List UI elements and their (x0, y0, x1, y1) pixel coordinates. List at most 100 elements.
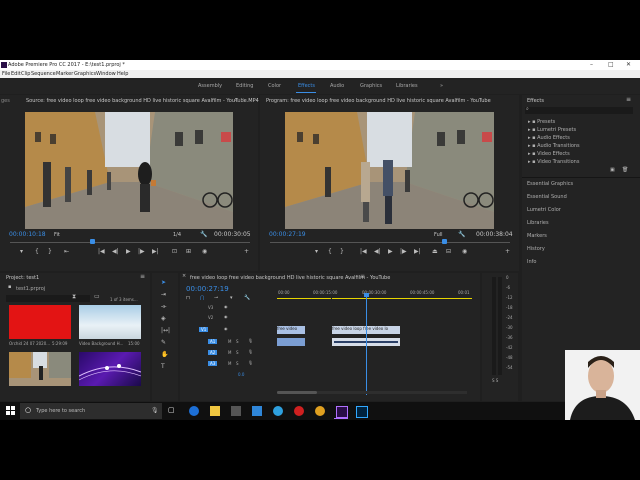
left-tab-label[interactable]: ges (1, 98, 10, 104)
step-back-icon[interactable]: ◀| (374, 248, 381, 255)
hand-tool-icon[interactable]: ✋ (161, 351, 168, 358)
razor-tool-icon[interactable]: ◈ (161, 315, 166, 322)
section-essential-sound[interactable]: Essential Sound (527, 194, 567, 200)
workspace-editing[interactable]: Editing (236, 83, 253, 89)
section-markers[interactable]: Markers (527, 233, 547, 239)
clip-thumbnail-purple[interactable] (79, 352, 141, 386)
program-fit-select[interactable]: Full (434, 232, 443, 238)
program-scrub-bar[interactable] (270, 242, 510, 243)
effects-search-input[interactable]: ⌕ (525, 106, 633, 114)
windows-start-icon[interactable] (6, 406, 16, 416)
work-area-bar-2[interactable] (332, 298, 472, 299)
panel-menu-icon[interactable]: ≡ (626, 96, 631, 103)
export-frame-icon[interactable]: ◉ (462, 248, 467, 255)
slip-tool-icon[interactable]: |↔| (161, 327, 170, 334)
source-playhead-icon[interactable] (90, 239, 95, 244)
timeline-settings-wrench-icon[interactable]: 🔧 (244, 295, 250, 301)
task-view-icon[interactable]: ▢ (168, 406, 178, 416)
menu-graphics[interactable]: Graphics (74, 71, 96, 77)
edge-icon[interactable] (189, 406, 199, 416)
mark-in-icon[interactable]: { (328, 248, 332, 255)
export-frame-icon[interactable]: ◉ (202, 248, 207, 255)
maximize-icon[interactable]: □ (608, 61, 614, 68)
premiere-taskbar-icon[interactable] (336, 406, 348, 418)
step-forward-icon[interactable]: |▶ (400, 248, 407, 255)
playhead-handle-icon[interactable] (364, 293, 369, 297)
snap-icon[interactable]: ⋂ (200, 295, 204, 301)
lift-icon[interactable]: ⏏ (432, 248, 438, 255)
menu-edit[interactable]: Edit (11, 71, 21, 77)
delete-icon[interactable]: 🗑 (622, 167, 628, 173)
new-folder-icon[interactable]: ▣ (610, 167, 615, 173)
add-button-icon[interactable]: + (244, 248, 249, 255)
go-to-in-icon[interactable]: |◀ (360, 248, 367, 255)
section-libraries[interactable]: Libraries (527, 220, 549, 226)
clip-thumbnail-red[interactable] (9, 305, 71, 339)
program-title[interactable]: Program: free video loop free video back… (266, 98, 491, 104)
video-clip-1[interactable]: free video (277, 326, 305, 334)
workspace-audio[interactable]: Audio (330, 83, 344, 89)
close-icon[interactable]: ✕ (626, 61, 631, 68)
linked-selection-icon[interactable]: ⊸ (214, 295, 218, 301)
workspace-graphics[interactable]: Graphics (360, 83, 382, 89)
eye-icon[interactable]: ◉ (224, 304, 228, 309)
section-info[interactable]: Info (527, 259, 536, 265)
add-button-icon[interactable]: + (505, 248, 510, 255)
workspace-color[interactable]: Color (268, 83, 281, 89)
effects-item[interactable]: ▸ ▪ Presets (528, 119, 555, 125)
timeline-playhead[interactable] (366, 295, 367, 395)
timeline-scroll-thumb[interactable] (277, 391, 317, 394)
overwrite-icon[interactable]: ⊞ (186, 248, 191, 255)
ripple-edit-tool-icon[interactable]: ⟛ (161, 303, 166, 311)
new-bin-icon[interactable]: ▭ (94, 293, 100, 300)
eye-icon[interactable]: ◉ (224, 326, 228, 331)
mic-icon[interactable]: 🎙 (248, 360, 253, 365)
program-playhead-icon[interactable] (442, 239, 447, 244)
play-icon[interactable]: ▶ (388, 248, 393, 255)
solo-icon[interactable]: S (236, 339, 239, 344)
go-to-out-icon[interactable]: ▶| (414, 248, 421, 255)
clip-thumbnail-street[interactable] (9, 352, 71, 386)
source-timecode[interactable]: 00:00:10:18 (9, 231, 46, 238)
microphone-icon[interactable]: 🎙 (151, 407, 159, 414)
mute-icon[interactable]: M (228, 339, 231, 344)
add-marker-icon[interactable]: ▾ (315, 248, 318, 255)
track-label[interactable]: V1 (199, 327, 209, 332)
source-fit-select[interactable]: Fit (54, 232, 60, 238)
close-sequence-icon[interactable]: × (182, 273, 186, 279)
mute-icon[interactable]: M (228, 361, 231, 366)
pen-tool-icon[interactable]: ✎ (161, 339, 166, 346)
section-essential-graphics[interactable]: Essential Graphics (527, 181, 573, 187)
type-tool-icon[interactable]: T (161, 363, 165, 370)
track-label[interactable]: A1 (208, 339, 218, 344)
project-search-input[interactable] (6, 295, 90, 302)
eye-icon[interactable]: ◉ (224, 314, 228, 319)
workspace-effects[interactable]: Effects (298, 83, 315, 89)
source-scrub-bar[interactable] (10, 242, 250, 243)
step-back-icon[interactable]: ◀| (112, 248, 119, 255)
work-area-bar[interactable] (277, 298, 331, 299)
mic-icon[interactable]: 🎙 (248, 338, 253, 343)
section-history[interactable]: History (527, 246, 545, 252)
menu-clip[interactable]: Clip (21, 71, 30, 77)
telegram-icon[interactable] (273, 406, 283, 416)
store-icon[interactable] (231, 406, 241, 416)
mic-icon[interactable]: 🎙 (248, 349, 253, 354)
minimize-icon[interactable]: – (590, 61, 593, 68)
program-video-frame[interactable] (285, 112, 494, 229)
play-icon[interactable]: ▶ (126, 248, 131, 255)
go-to-in-icon-2[interactable]: |◀ (98, 248, 105, 255)
more-workspaces-icon[interactable]: » (440, 83, 443, 89)
master-value[interactable]: 0.0 (238, 372, 244, 377)
menu-marker[interactable]: Marker (56, 71, 73, 77)
effects-title[interactable]: Effects (527, 98, 544, 104)
source-title[interactable]: Source: free video loop free video backg… (26, 98, 259, 104)
project-title[interactable]: Project: test1 (6, 275, 39, 281)
effects-item[interactable]: ▸ ▪ Audio Transitions (528, 143, 580, 149)
audio-tab[interactable]: Aud (234, 98, 244, 104)
source-video-frame[interactable] (25, 112, 233, 229)
effects-item[interactable]: ▸ ▪ Video Transitions (528, 159, 579, 165)
workspace-assembly[interactable]: Assembly (198, 83, 222, 89)
program-timecode[interactable]: 00:00:27:19 (269, 231, 306, 238)
effects-item[interactable]: ▸ ▪ Lumetri Presets (528, 127, 576, 133)
